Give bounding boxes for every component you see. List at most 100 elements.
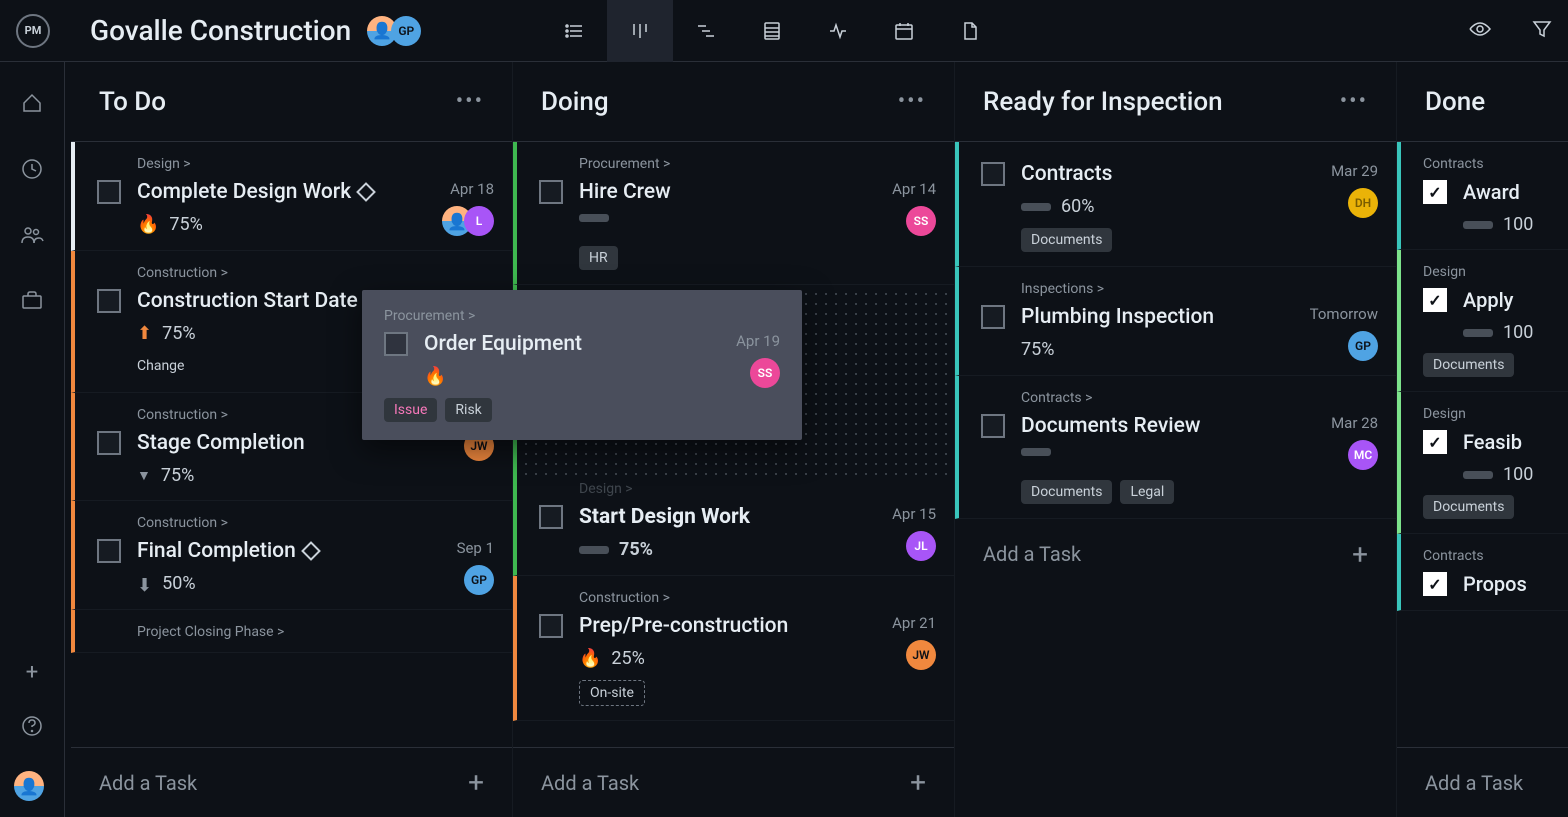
column-done: Done Contracts Award 100 Design [1397,62,1568,817]
task-checkbox[interactable] [981,305,1005,329]
calendar-view-icon[interactable] [871,0,937,62]
task-title: Apply [1463,288,1558,312]
task-title: Final Completion [137,539,457,563]
task-title: Prep/Pre-construction [579,614,892,638]
task-title: Feasib [1463,430,1558,454]
main-body: + 👤 To Do ••• Design > Complete Design W… [0,62,1568,817]
assignee-avatar[interactable]: SS [750,358,780,388]
column-title: Doing [541,87,609,117]
task-card[interactable]: Contracts Propos [1397,534,1568,611]
task-card[interactable]: Design > Start Design Work 75% Apr 15 [513,475,954,576]
task-checkbox[interactable] [1423,180,1447,204]
task-progress: 100 [1503,322,1533,343]
assignee-avatar[interactable]: GP [464,565,494,595]
dragging-task-card[interactable]: Procurement > Order Equipment 🔥 Apr 19 S… [362,290,802,440]
task-checkbox[interactable] [539,505,563,529]
briefcase-icon[interactable] [21,290,43,314]
task-tag[interactable]: Documents [1021,480,1112,504]
task-progress: 75% [619,539,653,560]
home-icon[interactable] [21,92,43,118]
task-tag[interactable]: On-site [579,680,645,706]
gantt-view-icon[interactable] [673,0,739,62]
task-progress: 50% [162,573,195,594]
project-members[interactable]: 👤 GP [373,16,421,46]
card-breadcrumb: Design > [579,481,936,497]
task-checkbox[interactable] [1423,288,1447,312]
sheet-view-icon[interactable] [739,0,805,62]
column-menu-icon[interactable]: ••• [898,89,926,114]
assignee-avatar[interactable]: JL [906,531,936,561]
plus-icon: + [1352,538,1368,571]
task-checkbox[interactable] [97,539,121,563]
task-tag[interactable]: Documents [1423,353,1514,377]
task-tag[interactable]: Legal [1120,480,1174,504]
app-logo[interactable]: PM [16,14,50,48]
task-card[interactable]: Design Apply 100 Documents [1397,250,1568,392]
task-checkbox[interactable] [1423,572,1447,596]
avatar-gp[interactable]: GP [391,16,421,46]
column-menu-icon[interactable]: ••• [1340,89,1368,114]
progress-bar [579,546,609,554]
recent-icon[interactable] [21,158,43,184]
task-tag[interactable]: Documents [1423,495,1514,519]
left-sidebar: + 👤 [0,62,65,817]
task-card[interactable]: Procurement > Hire Crew Apr 14 SS HR [513,142,954,285]
board-view-icon[interactable] [607,0,673,62]
task-checkbox[interactable] [981,414,1005,438]
task-date: Apr 15 [892,505,936,523]
activity-view-icon[interactable] [805,0,871,62]
column-inspection: Ready for Inspection ••• Contracts 60% [955,62,1397,817]
view-switcher [541,0,1003,62]
task-card[interactable]: Contracts 60% Mar 29 DH Documents [955,142,1396,267]
task-checkbox[interactable] [539,180,563,204]
task-checkbox[interactable] [97,289,121,313]
help-icon[interactable] [21,715,43,741]
task-card[interactable]: Project Closing Phase > [71,610,512,653]
add-task-button[interactable]: Add a Task + [71,747,512,817]
task-tag[interactable]: Issue [384,398,437,422]
card-breadcrumb: Contracts [1423,156,1558,172]
list-view-icon[interactable] [541,0,607,62]
progress-bar [1021,203,1051,211]
task-card[interactable]: Inspections > Plumbing Inspection 75% To… [955,267,1396,376]
current-user-avatar[interactable]: 👤 [14,771,44,801]
fire-icon: 🔥 [137,214,159,235]
task-tag[interactable]: Risk [445,398,491,422]
column-menu-icon[interactable]: ••• [456,89,484,114]
visibility-icon[interactable] [1468,19,1492,43]
progress-bar [1463,471,1493,479]
task-checkbox[interactable] [981,162,1005,186]
assignee-avatar[interactable]: JW [906,640,936,670]
column-header-done: Done [1397,62,1568,142]
task-checkbox[interactable] [97,180,121,204]
add-task-button[interactable]: Add a Task + [955,519,1396,589]
column-header-todo: To Do ••• [71,62,512,142]
assignee-avatar[interactable]: SS [906,206,936,236]
task-card[interactable]: Design > Complete Design Work 🔥 75% Apr … [71,142,512,251]
file-view-icon[interactable] [937,0,1003,62]
task-tag[interactable]: Documents [1021,228,1112,252]
add-icon[interactable]: + [26,660,38,685]
assignee-avatar[interactable]: DH [1348,188,1378,218]
task-card[interactable]: Construction > Final Completion ⬆ 50% Se… [71,501,512,610]
column-header-doing: Doing ••• [513,62,954,142]
team-icon[interactable] [20,224,44,250]
task-checkbox[interactable] [97,431,121,455]
task-checkbox[interactable] [1423,430,1447,454]
assignee-avatar[interactable]: GP [1348,331,1378,361]
assignee-avatar[interactable]: MC [1348,440,1378,470]
add-task-button[interactable]: Add a Task [1397,747,1568,817]
task-tag[interactable]: HR [579,246,618,270]
card-breadcrumb: Procurement > [384,308,780,324]
assignee-stack[interactable]: 👤 L [442,206,494,236]
task-checkbox[interactable] [539,614,563,638]
task-card[interactable]: Contracts Award 100 [1397,142,1568,250]
task-card[interactable]: Construction > Prep/Pre-construction 🔥 2… [513,576,954,721]
task-card[interactable]: Design Feasib 100 Documents [1397,392,1568,534]
task-checkbox[interactable] [384,332,408,356]
task-tag[interactable]: Change [137,354,194,378]
project-title[interactable]: Govalle Construction [90,14,351,47]
add-task-button[interactable]: Add a Task + [513,747,954,817]
filter-icon[interactable] [1532,19,1552,43]
task-card[interactable]: Contracts > Documents Review Mar 28 MC [955,376,1396,519]
